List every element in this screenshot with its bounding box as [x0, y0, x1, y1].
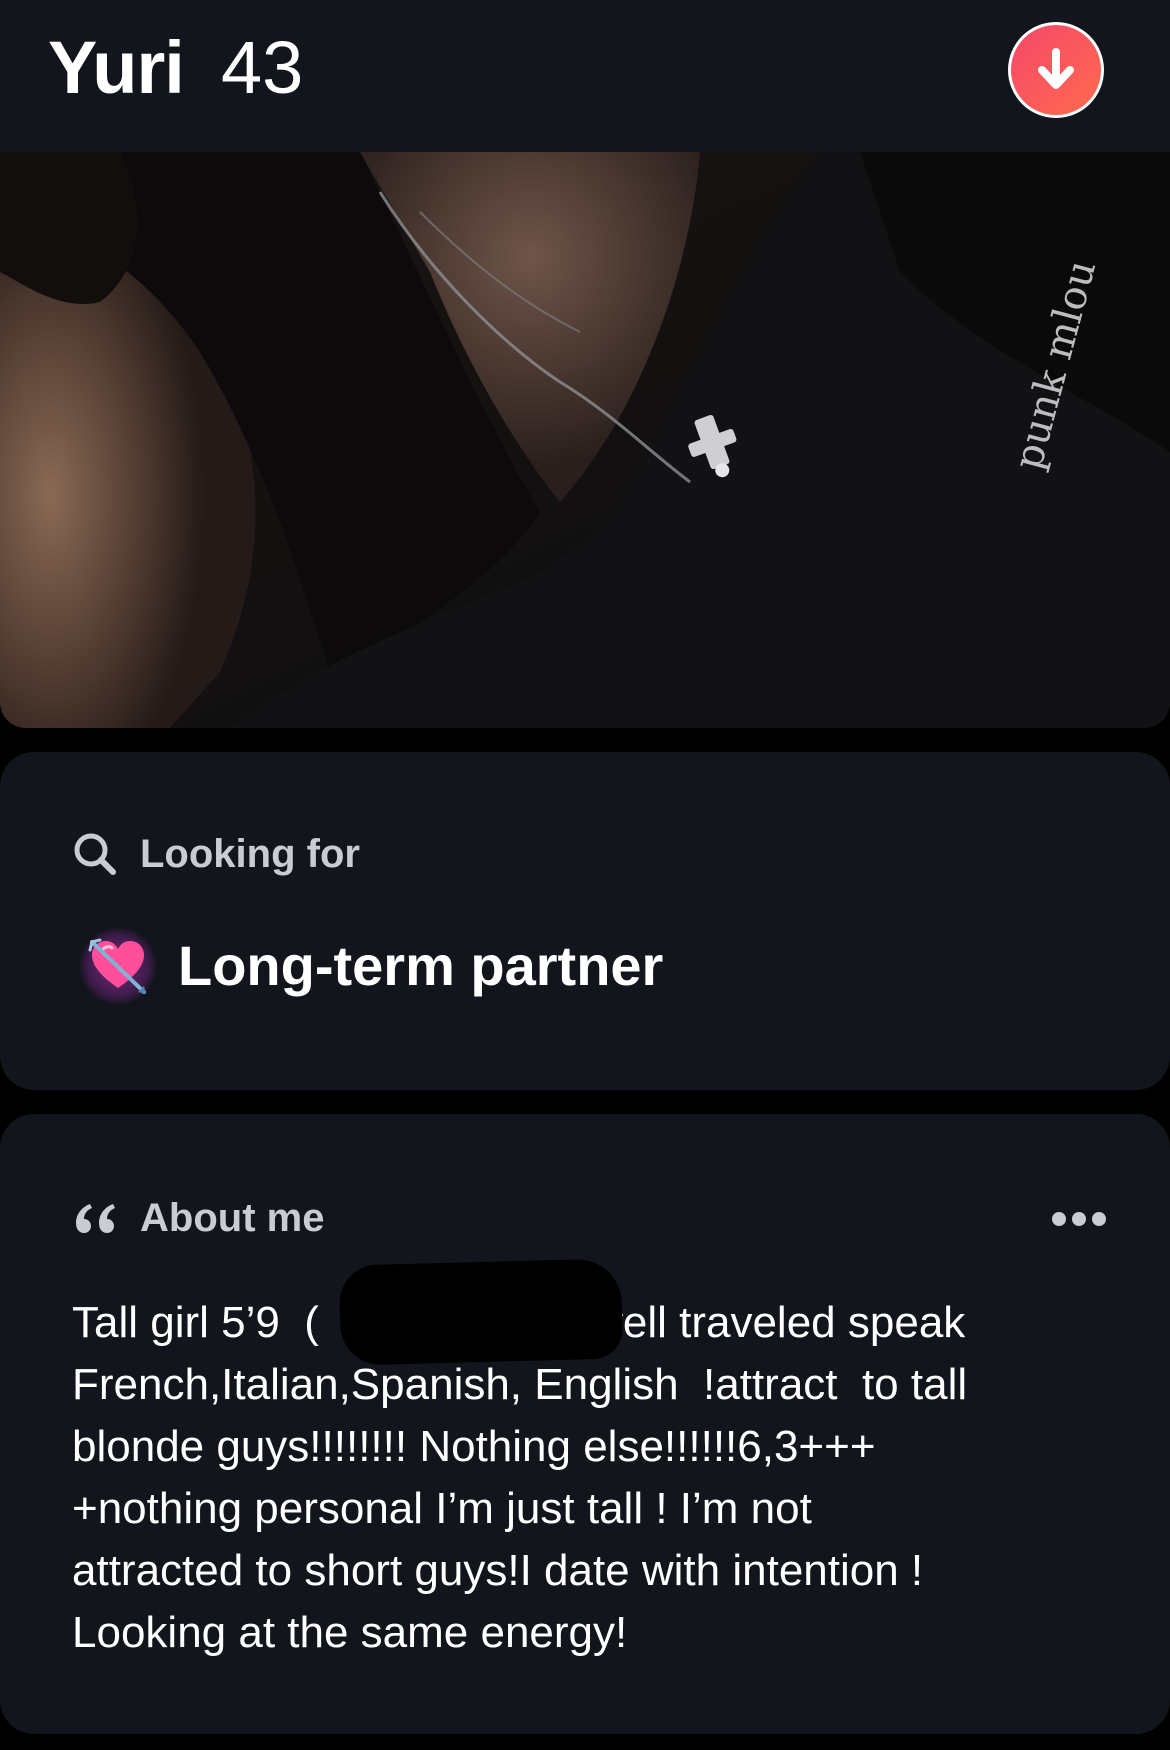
redaction-mark — [338, 1258, 624, 1366]
about-me-label: About me — [140, 1196, 325, 1240]
profile-name: Yuri — [48, 26, 185, 109]
bio-line1-start: Tall girl 5’9 ( — [72, 1298, 319, 1347]
profile-photo[interactable]: punk mlou — [0, 152, 1170, 728]
quote-icon — [76, 1204, 115, 1233]
profile-header: Yuri 43 — [0, 0, 1170, 152]
photo-image: punk mlou — [0, 152, 1170, 728]
search-icon — [74, 833, 116, 875]
arrow-down-icon — [1038, 48, 1074, 89]
looking-for-header: Looking for — [72, 830, 360, 878]
looking-for-card: Looking for Long-term partner — [0, 752, 1170, 1090]
dot — [1072, 1212, 1086, 1226]
heart-with-arrow-icon — [80, 928, 156, 1004]
dot — [1092, 1212, 1106, 1226]
about-me-card: About me Tall girl 5’9 (e)well traveled … — [0, 1114, 1170, 1734]
about-me-header: About me — [72, 1194, 324, 1242]
dot — [1052, 1212, 1066, 1226]
looking-for-value: Long-term partner — [178, 934, 664, 997]
pass-button[interactable] — [1008, 22, 1104, 118]
bio-rest: French,Italian,Spanish, English !attract… — [72, 1360, 968, 1657]
looking-for-value-row: Long-term partner — [80, 928, 663, 1004]
looking-for-label: Looking for — [140, 832, 360, 876]
profile-age: 43 — [221, 26, 304, 109]
more-dots-icon[interactable] — [1052, 1212, 1106, 1226]
